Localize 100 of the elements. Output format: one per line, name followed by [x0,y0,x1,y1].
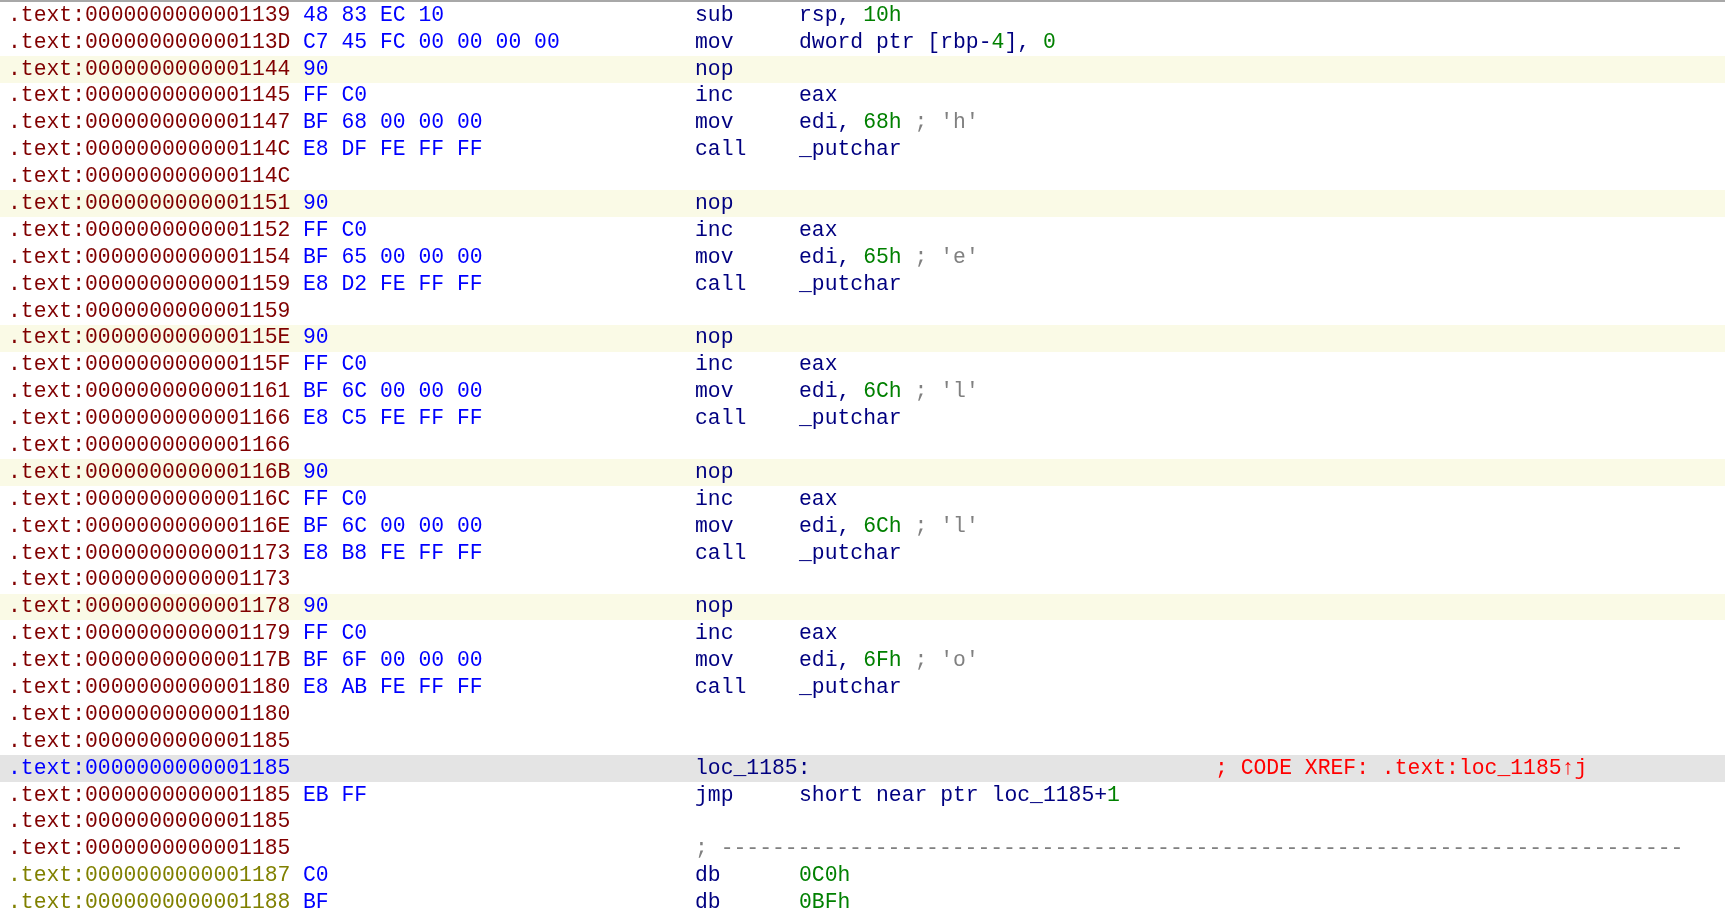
address: .text:0000000000001166 [7,435,292,457]
operand: _putchar [799,408,902,430]
mnemonic: mov [695,650,735,672]
opcode-bytes: FF C0 [303,623,369,645]
opcode-bytes: FF C0 [303,354,369,376]
opcode-bytes: EB FF [303,784,369,806]
xref-comment: ; CODE XREF: .text:loc_1185↑j [1215,757,1588,780]
mnemonic: inc [695,219,735,242]
opcode-bytes: BF 6C 00 00 00 [303,381,484,403]
operand: eax [799,354,838,376]
mnemonic: nop [695,461,735,484]
address: .text:0000000000001159 [7,300,292,322]
operand: 0C0h [799,865,851,887]
opcode-bytes: BF 6F 00 00 00 [303,650,484,672]
address: .text:0000000000001178 [7,596,292,618]
mnemonic: mov [695,112,735,134]
operand: eax [799,623,838,645]
code-label: loc_1185: [695,757,812,780]
mnemonic: call [695,408,748,430]
address: .text:0000000000001161 [7,381,292,403]
address: .text:000000000000117B [7,650,292,672]
address: .text:0000000000001166 [7,408,292,430]
mnemonic: call [695,542,748,564]
opcode-bytes: C7 45 FC 00 00 00 00 [303,31,561,54]
mnemonic: nop [695,192,735,215]
opcode-bytes: BF 68 00 00 00 [303,112,484,134]
operand: eax [799,488,838,511]
mnemonic: mov [695,31,735,54]
address: .text:000000000000113D [7,31,292,54]
operand: rsp, 10h [799,4,902,27]
separator-comment: ; --------------------------------------------------------------------------- [695,838,1684,860]
address: .text:0000000000001173 [7,569,292,591]
opcode-bytes: 48 83 EC 10 [303,4,446,27]
address: .text:0000000000001185 [7,730,292,753]
address: .text:0000000000001159 [7,273,292,296]
operand: _putchar [799,139,902,161]
opcode-bytes: C0 [303,865,330,887]
address: .text:0000000000001179 [7,623,292,645]
mnemonic: call [695,273,748,296]
operand: 0BFh [799,892,851,914]
address: .text:000000000000114C [7,166,292,188]
address: .text:0000000000001139 [7,4,292,27]
operand: edi, 6Fh ; 'o' [799,650,979,672]
opcode-bytes: E8 DF FE FF FF [303,139,484,161]
opcode-bytes: E8 B8 FE FF FF [303,542,484,564]
opcode-bytes: 90 [303,192,330,215]
address: .text:000000000000115F [7,354,292,376]
opcode-bytes: FF C0 [303,85,369,107]
mnemonic: inc [695,623,735,645]
mnemonic: db [695,865,722,887]
opcode-bytes: BF 6C 00 00 00 [303,515,484,538]
address: .text:0000000000001151 [7,192,292,215]
mnemonic: nop [695,58,735,80]
operand: short near ptr loc_1185+1 [799,784,1120,806]
mnemonic: nop [695,327,735,349]
address: .text:0000000000001145 [7,85,292,107]
address: .text:0000000000001180 [7,703,292,726]
mnemonic: mov [695,515,735,538]
address: .text:0000000000001144 [7,58,292,80]
mnemonic: inc [695,85,735,107]
address: .text:0000000000001185 [7,784,292,806]
address: .text:0000000000001185 [7,838,292,860]
opcode-bytes: BF [303,892,330,914]
address: .text:000000000000114C [7,139,292,161]
operand: _putchar [799,542,902,564]
opcode-bytes: E8 D2 FE FF FF [303,273,484,296]
opcode-bytes: 90 [303,58,330,80]
operand: eax [799,85,838,107]
mnemonic: call [695,139,748,161]
address: .text:0000000000001185 [7,811,292,833]
operand: dword ptr [rbp-4], 0 [799,31,1056,54]
address: .text:0000000000001154 [7,246,292,269]
operand: _putchar [799,677,902,699]
mnemonic: jmp [695,784,735,806]
opcode-bytes: FF C0 [303,219,369,242]
operand: edi, 65h ; 'e' [799,246,979,269]
opcode-bytes: 90 [303,461,330,484]
address: .text:0000000000001187 [7,865,292,887]
address: .text:0000000000001188 [7,892,292,914]
opcode-bytes: E8 C5 FE FF FF [303,408,484,430]
opcode-bytes: BF 65 00 00 00 [303,246,484,269]
address: .text:000000000000115E [7,327,292,349]
opcode-bytes: 90 [303,327,330,349]
address: .text:0000000000001173 [7,542,292,564]
address: .text:000000000000116B [7,461,292,484]
address: .text:0000000000001152 [7,219,292,242]
operand: edi, 68h ; 'h' [799,112,979,134]
address: .text:000000000000116E [7,515,292,538]
mnemonic: inc [695,488,735,511]
operand: eax [799,219,838,242]
operand: edi, 6Ch ; 'l' [799,381,979,403]
operand: edi, 6Ch ; 'l' [799,515,979,538]
operand: _putchar [799,273,902,296]
mnemonic: inc [695,354,735,376]
opcode-bytes: 90 [303,596,330,618]
opcode-bytes: FF C0 [303,488,369,511]
address: .text:0000000000001185 [7,757,292,780]
mnemonic: call [695,677,748,699]
mnemonic: sub [695,4,735,27]
mnemonic: db [695,892,722,914]
